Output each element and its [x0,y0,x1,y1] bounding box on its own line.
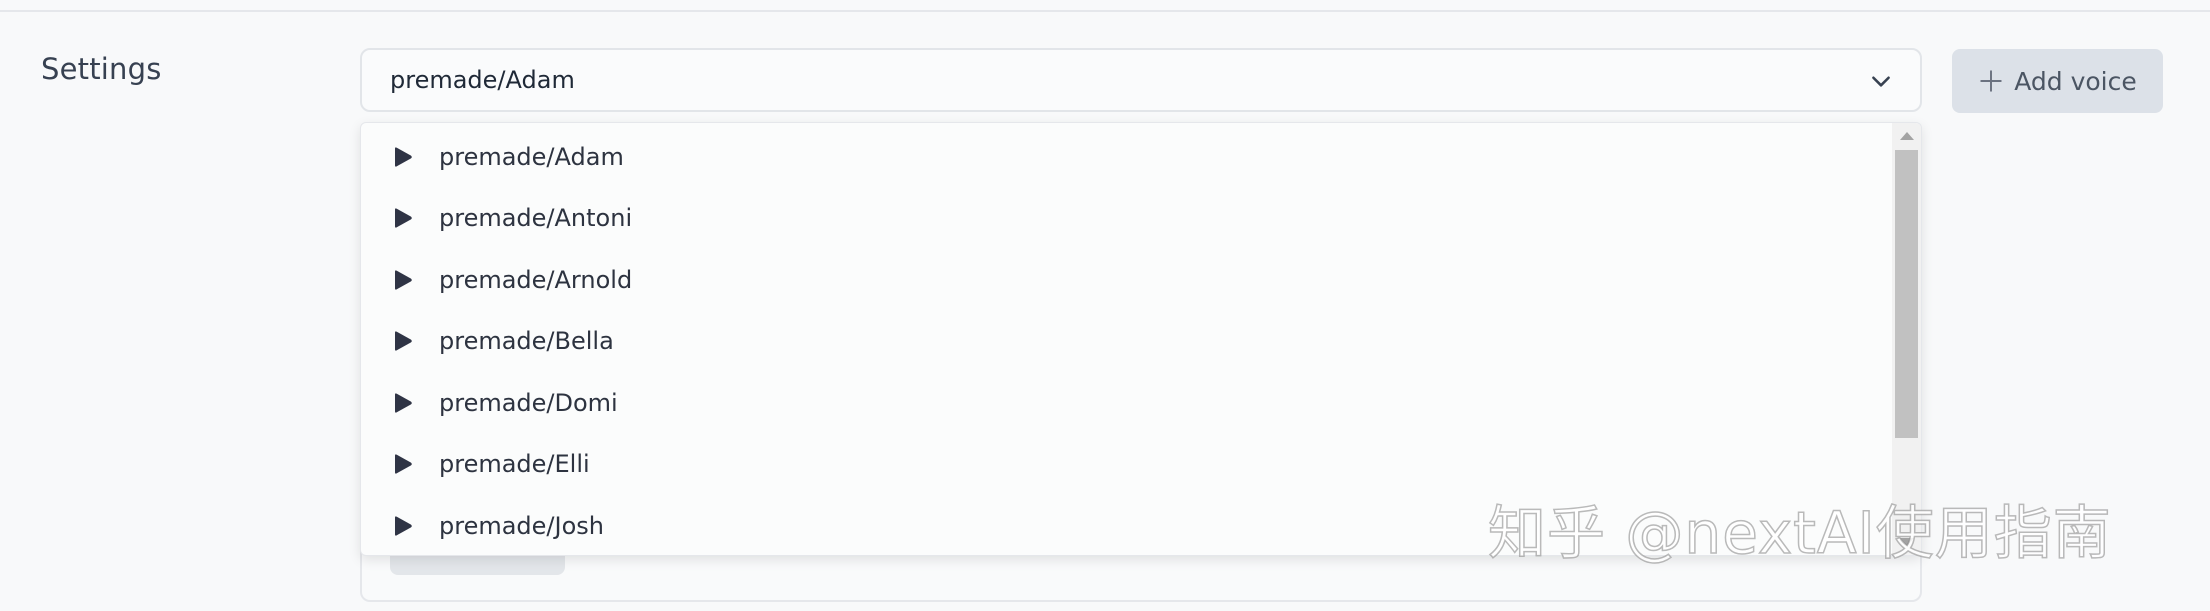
voice-option[interactable]: premade/Arnold [361,250,1893,311]
voice-option-label: premade/Elli [439,450,590,478]
voice-option-label: premade/Domi [439,389,618,417]
play-icon[interactable] [393,207,413,229]
top-divider [0,10,2210,12]
scrollbar-thumb[interactable] [1895,150,1918,438]
play-icon[interactable] [393,330,413,352]
scroll-up-arrow-icon[interactable] [1900,132,1914,140]
play-icon[interactable] [393,453,413,475]
chevron-down-icon [1872,76,1890,87]
voice-option-label: premade/Adam [439,143,624,171]
voice-option[interactable]: premade/Adam [361,127,1893,188]
voice-select[interactable]: premade/Adam [360,48,1922,112]
voice-option-label: premade/Bella [439,327,614,355]
add-voice-label: Add voice [2014,66,2137,96]
voice-option[interactable]: premade/Domi [361,373,1893,434]
voice-option[interactable]: premade/Antoni [361,188,1893,249]
play-icon[interactable] [393,269,413,291]
voice-option-label: premade/Josh [439,512,604,540]
voice-option-label: premade/Antoni [439,204,633,232]
plus-icon [1980,70,2002,92]
play-icon[interactable] [393,515,413,537]
voice-option-label: premade/Arnold [439,266,633,294]
voice-dropdown-list: premade/Adam premade/Antoni premade/Arno… [360,122,1922,556]
play-icon[interactable] [393,146,413,168]
dropdown-scrollbar[interactable] [1892,123,1921,555]
voice-option[interactable]: premade/Bella [361,311,1893,372]
scroll-down-arrow-icon[interactable] [1900,538,1914,546]
add-voice-button[interactable]: Add voice [1952,49,2163,113]
voice-option[interactable]: premade/Elli [361,434,1893,495]
settings-section-label: Settings [41,52,162,86]
voice-option[interactable]: premade/Josh [361,496,1893,555]
play-icon[interactable] [393,392,413,414]
voice-select-value: premade/Adam [390,66,575,94]
